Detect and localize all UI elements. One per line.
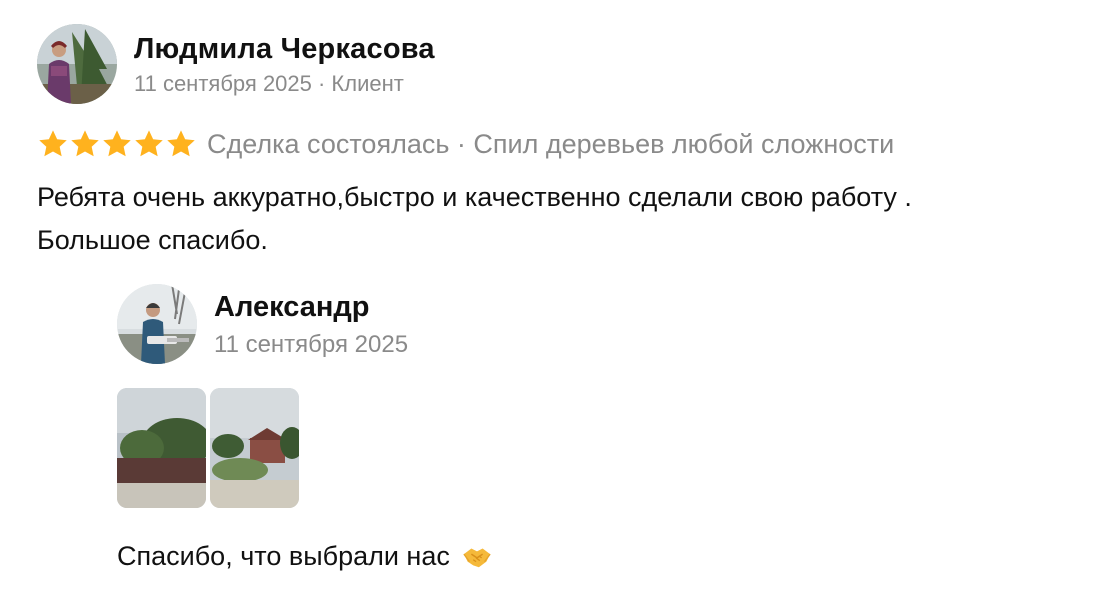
deal-status-text: Сделка состоялась · Спил деревьев любой … — [207, 129, 895, 159]
review-text-line: Ребята очень аккуратно,быстро и качестве… — [37, 182, 912, 212]
review-header: Людмила Черкасова 11 сентября 2025 · Кли… — [37, 24, 1077, 104]
review-date-role: 11 сентября 2025 · Клиент — [134, 70, 404, 96]
review-text: Ребята очень аккуратно,быстро и качестве… — [37, 176, 1077, 262]
review-text-line: Большое спасибо. — [37, 225, 268, 255]
star-rating — [37, 128, 197, 160]
reply-message: Спасибо, что выбрали нас — [117, 541, 450, 571]
reviewer-avatar[interactable] — [37, 24, 117, 104]
star-icon — [135, 130, 163, 157]
photo-thumbnail[interactable] — [117, 388, 206, 508]
reply-date: 11 сентября 2025 — [214, 330, 409, 358]
star-icon — [167, 130, 195, 157]
seller-reply: Александр 11 сентября 2025 Спасибо, что … — [117, 284, 1017, 574]
reply-header: Александр 11 сентября 2025 — [117, 284, 1017, 364]
star-icon — [39, 130, 67, 157]
handshake-icon — [463, 548, 491, 568]
star-icon — [103, 130, 131, 157]
reply-author-avatar[interactable] — [117, 284, 197, 364]
review-card: Людмила Черкасова 11 сентября 2025 · Кли… — [37, 24, 1077, 262]
reply-author-name[interactable]: Александр — [214, 289, 408, 325]
reviewer-name[interactable]: Людмила Черкасова — [134, 31, 435, 67]
reply-text: Спасибо, что выбрали нас — [117, 538, 1017, 574]
star-icon — [71, 130, 99, 157]
rating-row: Сделка состоялась · Спил деревьев любой … — [37, 124, 1077, 164]
reply-photos — [117, 388, 1017, 508]
photo-thumbnail[interactable] — [210, 388, 299, 508]
reviewer-meta: Людмила Черкасова 11 сентября 2025 · Кли… — [134, 31, 435, 98]
reply-meta: Александр 11 сентября 2025 — [214, 289, 408, 360]
